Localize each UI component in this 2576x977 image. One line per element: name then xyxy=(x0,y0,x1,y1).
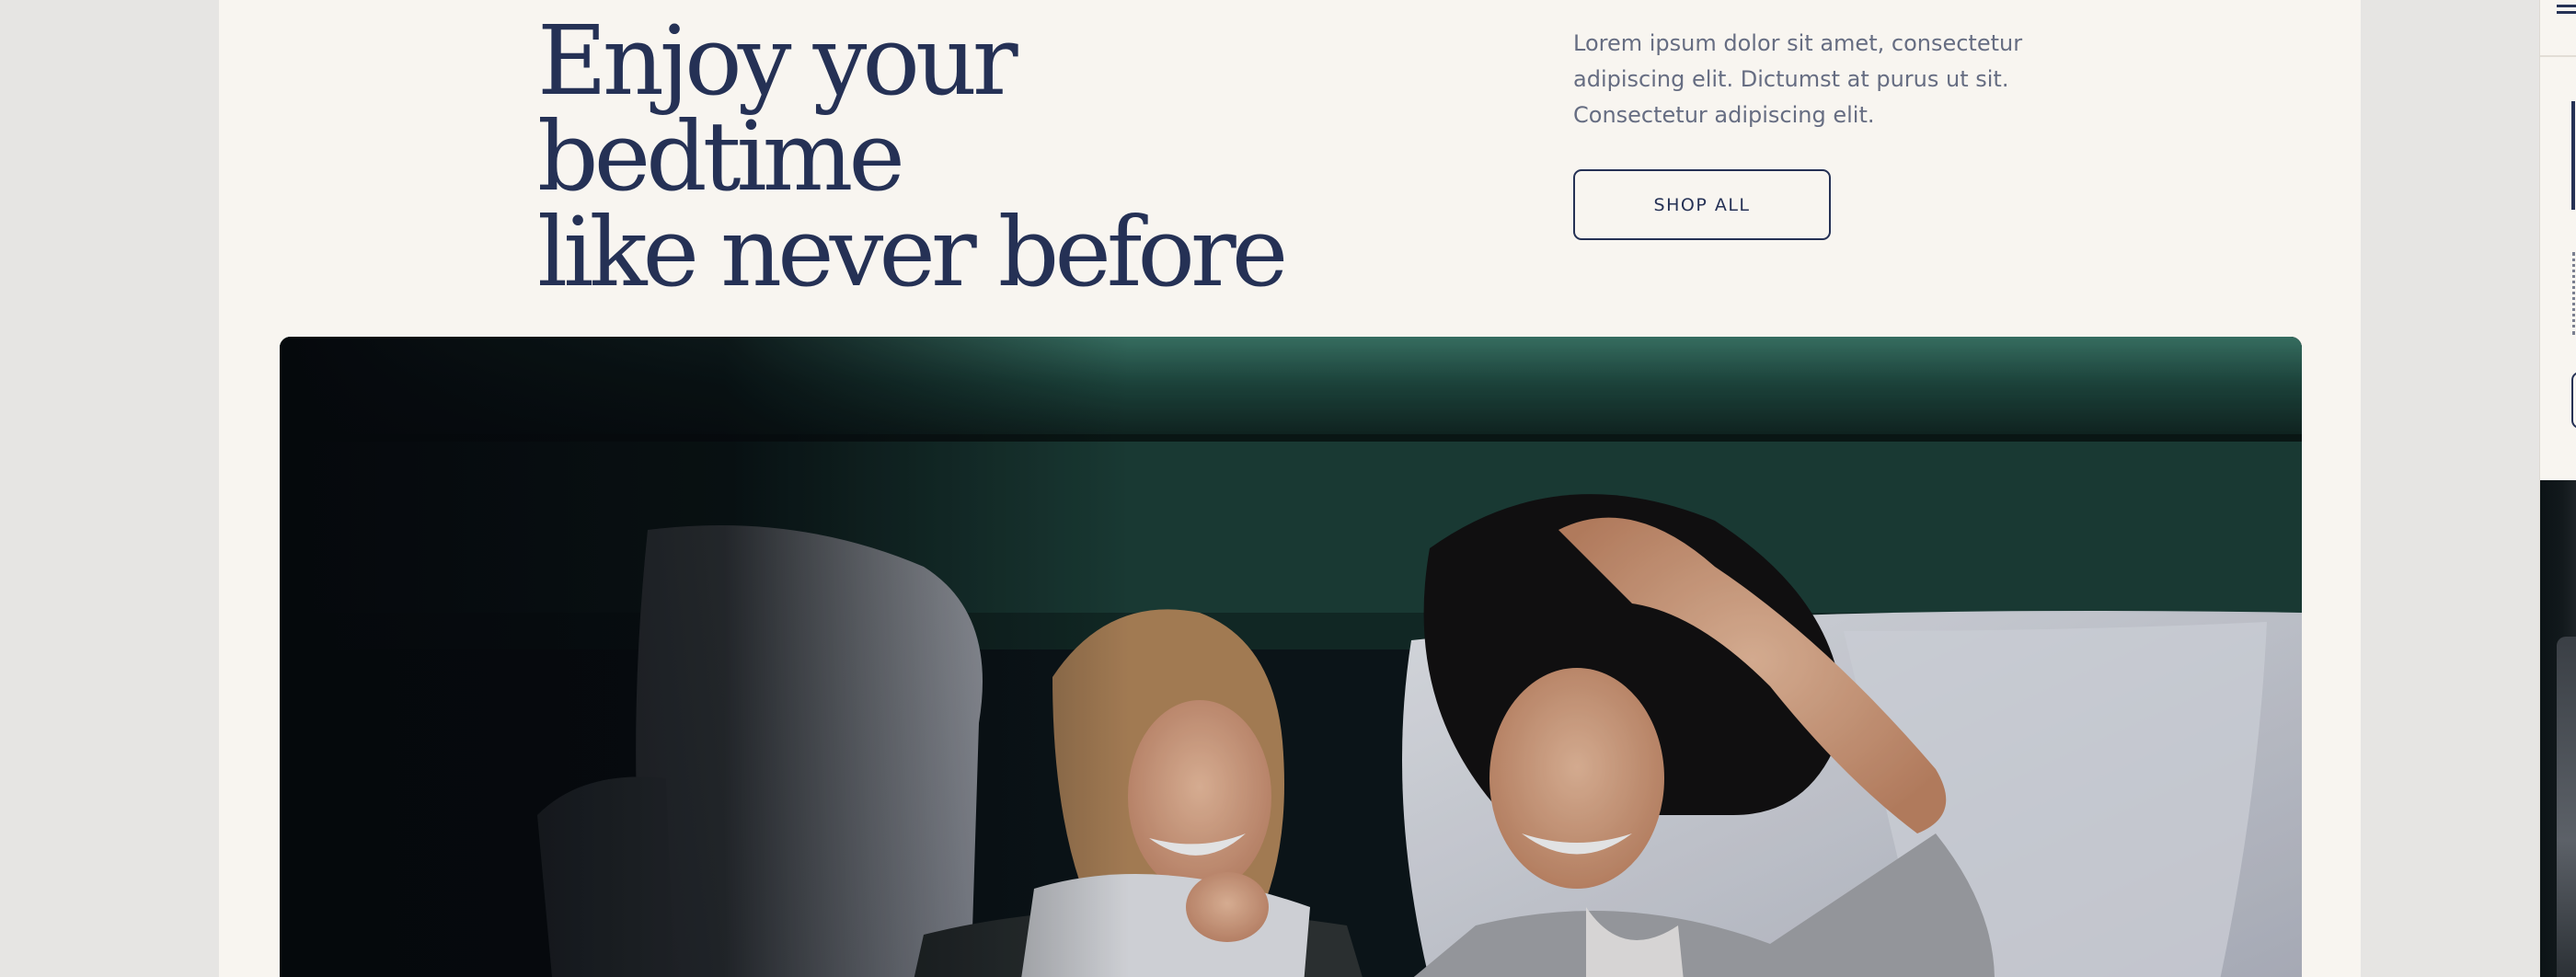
adjacent-page-preview xyxy=(2539,0,2576,977)
hero-title-line-2: like never before xyxy=(537,196,1288,308)
hero-title-line-1: Enjoy your bedtime xyxy=(537,5,1018,213)
preview-text-edge xyxy=(2572,252,2576,335)
header-divider xyxy=(2540,55,2576,57)
shop-all-button[interactable]: SHOP ALL xyxy=(1573,169,1831,240)
hero-title: Enjoy your bedtime like never before xyxy=(537,13,1365,300)
hero-photo-illustration xyxy=(280,337,2302,977)
preview-button-edge[interactable] xyxy=(2571,372,2576,429)
preview-image-edge xyxy=(2540,480,2576,977)
hero-description: Lorem ipsum dolor sit amet, consectetur … xyxy=(1573,30,2023,128)
preview-heading-edge xyxy=(2571,101,2576,210)
hero-image xyxy=(280,337,2302,977)
hamburger-menu-icon[interactable] xyxy=(2557,11,2576,14)
hero-section: Enjoy your bedtime like never before Lor… xyxy=(219,0,2361,977)
